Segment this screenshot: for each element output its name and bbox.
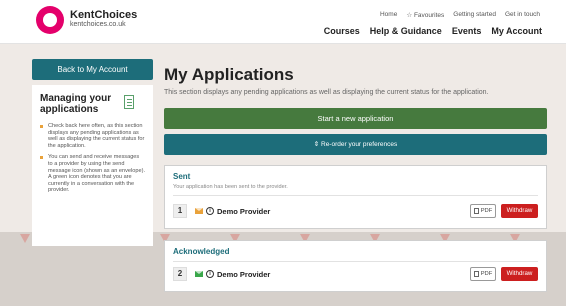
section-title: Acknowledged: [173, 247, 230, 256]
application-row: 1 i Demo Provider PDF Withdraw: [173, 203, 538, 219]
nav-favourites[interactable]: ☆ Favourites: [406, 11, 444, 19]
section-title: Sent: [173, 172, 191, 181]
nav-home[interactable]: Home: [380, 11, 397, 19]
pdf-button[interactable]: PDF: [470, 204, 496, 218]
divider: [173, 261, 538, 262]
section-subtitle: Your application has been sent to the pr…: [173, 184, 288, 190]
help-tips-list: Check back here often, as this section d…: [40, 123, 145, 194]
pdf-label: PDF: [480, 208, 493, 214]
sent-section: Sent Your application has been sent to t…: [164, 165, 547, 229]
withdraw-button[interactable]: Withdraw: [501, 267, 538, 281]
logo-mark-icon: [36, 6, 64, 34]
info-icon[interactable]: i: [206, 207, 214, 215]
nav-get-in-touch[interactable]: Get in touch: [505, 11, 540, 19]
start-new-application-button[interactable]: Start a new application: [164, 108, 547, 129]
nav-getting-started[interactable]: Getting started: [453, 11, 496, 19]
pdf-label: PDF: [480, 271, 493, 277]
pdf-icon: [473, 208, 479, 214]
page-title: My Applications: [164, 65, 294, 84]
send-message-envelope-icon[interactable]: [195, 271, 203, 277]
nav-my-account[interactable]: My Account: [491, 26, 542, 36]
help-panel-title: Managing your applications: [40, 93, 112, 115]
help-tip: You can send and receive messages to a p…: [40, 154, 145, 194]
preference-number: 1: [173, 204, 187, 218]
document-list-icon: [124, 95, 134, 109]
application-row: 2 i Demo Provider PDF Withdraw: [173, 266, 538, 282]
info-icon[interactable]: i: [206, 270, 214, 278]
main-nav: Courses Help & Guidance Events My Accoun…: [324, 26, 542, 36]
page-description: This section displays any pending applic…: [164, 89, 489, 96]
nav-help-guidance[interactable]: Help & Guidance: [370, 26, 442, 36]
send-message-envelope-icon[interactable]: [195, 208, 203, 214]
acknowledged-section: Acknowledged 2 i Demo Provider PDF Withd…: [164, 240, 547, 292]
help-panel: Managing your applications Check back he…: [32, 85, 153, 246]
utility-nav: Home ☆ Favourites Getting started Get in…: [380, 11, 540, 19]
provider-name[interactable]: Demo Provider: [217, 270, 270, 279]
withdraw-button[interactable]: Withdraw: [501, 204, 538, 218]
provider-name[interactable]: Demo Provider: [217, 207, 270, 216]
divider: [173, 195, 538, 196]
reorder-preferences-button[interactable]: ⇕ Re-order your preferences: [164, 134, 547, 155]
site-logo[interactable]: KentChoices kentchoices.co.uk: [36, 6, 137, 34]
help-tip: Check back here often, as this section d…: [40, 123, 145, 149]
nav-events[interactable]: Events: [452, 26, 482, 36]
preference-number: 2: [173, 267, 187, 281]
nav-courses[interactable]: Courses: [324, 26, 360, 36]
logo-url: kentchoices.co.uk: [70, 21, 126, 28]
back-to-account-button[interactable]: Back to My Account: [32, 59, 153, 80]
logo-name: KentChoices: [70, 9, 138, 21]
pdf-button[interactable]: PDF: [470, 267, 496, 281]
site-header: KentChoices kentchoices.co.uk Home ☆ Fav…: [0, 0, 566, 44]
pdf-icon: [473, 271, 479, 277]
